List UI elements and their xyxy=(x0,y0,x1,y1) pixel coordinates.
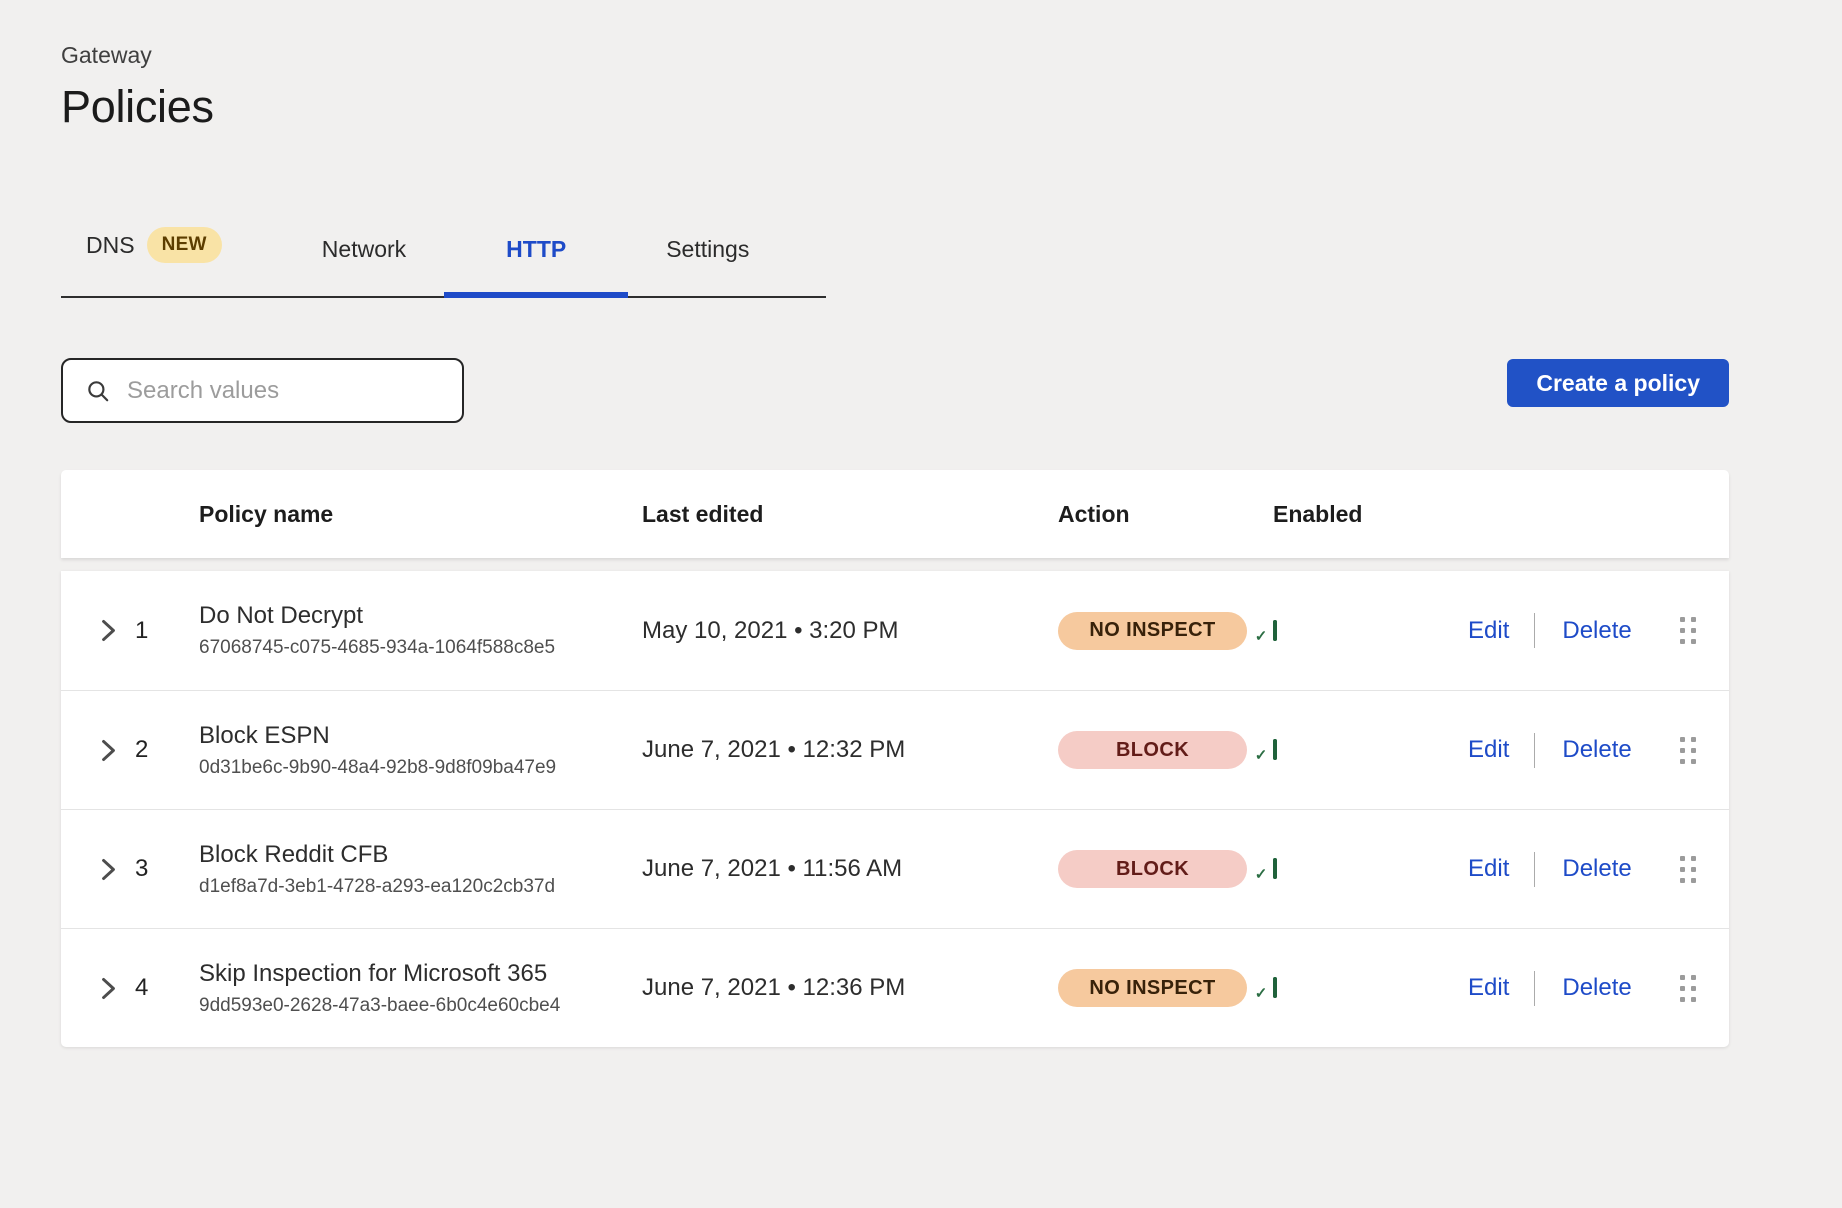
edit-link[interactable]: Edit xyxy=(1468,855,1509,883)
column-header-action: Action xyxy=(1058,501,1273,528)
policy-name-cell: Skip Inspection for Microsoft 365 9dd593… xyxy=(199,960,642,1017)
edit-link[interactable]: Edit xyxy=(1468,617,1509,645)
delete-link[interactable]: Delete xyxy=(1562,736,1631,764)
policy-name-cell: Do Not Decrypt 67068745-c075-4685-934a-1… xyxy=(199,602,642,659)
last-edited-value: May 10, 2021 • 3:20 PM xyxy=(642,617,1058,645)
row-actions: Edit Delete xyxy=(1468,733,1678,768)
edit-link[interactable]: Edit xyxy=(1468,974,1509,1002)
column-header-last-edited: Last edited xyxy=(642,501,1058,528)
gateway-policies-page: Gateway Policies DNS NEW Network HTTP Se… xyxy=(0,42,1842,1047)
toolbar: Create a policy xyxy=(61,358,1729,423)
tab-http[interactable]: HTTP xyxy=(506,236,566,296)
delete-link[interactable]: Delete xyxy=(1562,617,1631,645)
drag-handle-icon[interactable] xyxy=(1678,856,1702,883)
policies-table: Policy name Last edited Action Enabled 1… xyxy=(61,470,1729,1047)
toggle-check-icon: ✓ xyxy=(1249,743,1273,767)
enabled-cell: ✓ xyxy=(1273,979,1468,997)
policy-name: Do Not Decrypt xyxy=(199,602,642,630)
row-number: 1 xyxy=(135,617,199,645)
search-icon xyxy=(85,378,111,404)
edit-link[interactable]: Edit xyxy=(1468,736,1509,764)
action-cell: BLOCK xyxy=(1058,731,1273,769)
last-edited-value: June 7, 2021 • 12:32 PM xyxy=(642,736,1058,764)
tab-network-label: Network xyxy=(322,236,406,263)
toggle-check-icon: ✓ xyxy=(1249,981,1273,1005)
row-actions: Edit Delete xyxy=(1468,852,1678,887)
policy-name: Skip Inspection for Microsoft 365 xyxy=(199,960,642,988)
new-badge: NEW xyxy=(147,227,222,263)
tab-network[interactable]: Network xyxy=(322,236,406,296)
row-number: 4 xyxy=(135,974,199,1002)
action-badge: NO INSPECT xyxy=(1058,612,1247,650)
row-number: 3 xyxy=(135,855,199,883)
enabled-toggle[interactable]: ✓ xyxy=(1273,977,1277,998)
action-cell: NO INSPECT xyxy=(1058,969,1273,1007)
policy-uuid: d1ef8a7d-3eb1-4728-a293-ea120c2cb37d xyxy=(199,876,642,898)
action-badge: BLOCK xyxy=(1058,731,1247,769)
tab-settings[interactable]: Settings xyxy=(666,236,749,296)
action-cell: BLOCK xyxy=(1058,850,1273,888)
row-actions: Edit Delete xyxy=(1468,613,1678,648)
row-number: 2 xyxy=(135,736,199,764)
breadcrumb: Gateway xyxy=(61,42,1729,69)
action-badge: BLOCK xyxy=(1058,850,1247,888)
policy-name: Block ESPN xyxy=(199,722,642,750)
search-box[interactable] xyxy=(61,358,464,423)
expand-row-chevron-icon[interactable] xyxy=(101,739,135,762)
column-header-enabled: Enabled xyxy=(1273,501,1468,528)
action-separator xyxy=(1534,971,1535,1006)
page-title: Policies xyxy=(61,81,1729,133)
policy-name-cell: Block ESPN 0d31be6c-9b90-48a4-92b8-9d8f0… xyxy=(199,722,642,779)
toggle-check-icon: ✓ xyxy=(1249,862,1273,886)
delete-link[interactable]: Delete xyxy=(1562,974,1631,1002)
enabled-toggle[interactable]: ✓ xyxy=(1273,739,1277,760)
table-row: 2 Block ESPN 0d31be6c-9b90-48a4-92b8-9d8… xyxy=(61,690,1729,809)
table-header-row: Policy name Last edited Action Enabled xyxy=(61,470,1729,558)
tab-dns[interactable]: DNS NEW xyxy=(86,227,222,296)
action-cell: NO INSPECT xyxy=(1058,612,1273,650)
action-separator xyxy=(1534,852,1535,887)
tab-http-label: HTTP xyxy=(506,236,566,263)
drag-handle-icon[interactable] xyxy=(1678,737,1702,764)
create-policy-button[interactable]: Create a policy xyxy=(1507,359,1729,407)
policy-name: Block Reddit CFB xyxy=(199,841,642,869)
action-badge: NO INSPECT xyxy=(1058,969,1247,1007)
table-body: 1 Do Not Decrypt 67068745-c075-4685-934a… xyxy=(61,571,1729,1047)
policy-uuid: 67068745-c075-4685-934a-1064f588c8e5 xyxy=(199,637,642,659)
drag-handle-icon[interactable] xyxy=(1678,617,1702,644)
last-edited-value: June 7, 2021 • 11:56 AM xyxy=(642,855,1058,883)
policy-name-cell: Block Reddit CFB d1ef8a7d-3eb1-4728-a293… xyxy=(199,841,642,898)
last-edited-value: June 7, 2021 • 12:36 PM xyxy=(642,974,1058,1002)
table-row: 3 Block Reddit CFB d1ef8a7d-3eb1-4728-a2… xyxy=(61,809,1729,928)
search-input[interactable] xyxy=(127,377,444,405)
expand-row-chevron-icon[interactable] xyxy=(101,619,135,642)
policy-uuid: 0d31be6c-9b90-48a4-92b8-9d8f09ba47e9 xyxy=(199,757,642,779)
action-separator xyxy=(1534,733,1535,768)
tab-dns-label: DNS xyxy=(86,232,135,259)
row-actions: Edit Delete xyxy=(1468,971,1678,1006)
toggle-check-icon: ✓ xyxy=(1249,624,1273,648)
enabled-cell: ✓ xyxy=(1273,741,1468,759)
tab-bar: DNS NEW Network HTTP Settings xyxy=(61,227,826,298)
delete-link[interactable]: Delete xyxy=(1562,855,1631,883)
table-row: 1 Do Not Decrypt 67068745-c075-4685-934a… xyxy=(61,571,1729,690)
tab-settings-label: Settings xyxy=(666,236,749,263)
action-separator xyxy=(1534,613,1535,648)
enabled-cell: ✓ xyxy=(1273,622,1468,640)
table-row: 4 Skip Inspection for Microsoft 365 9dd5… xyxy=(61,928,1729,1047)
enabled-toggle[interactable]: ✓ xyxy=(1273,620,1277,641)
expand-row-chevron-icon[interactable] xyxy=(101,977,135,1000)
column-header-policy-name: Policy name xyxy=(199,501,642,528)
enabled-cell: ✓ xyxy=(1273,860,1468,878)
enabled-toggle[interactable]: ✓ xyxy=(1273,858,1277,879)
expand-row-chevron-icon[interactable] xyxy=(101,858,135,881)
drag-handle-icon[interactable] xyxy=(1678,975,1702,1002)
policy-uuid: 9dd593e0-2628-47a3-baee-6b0c4e60cbe4 xyxy=(199,995,642,1017)
